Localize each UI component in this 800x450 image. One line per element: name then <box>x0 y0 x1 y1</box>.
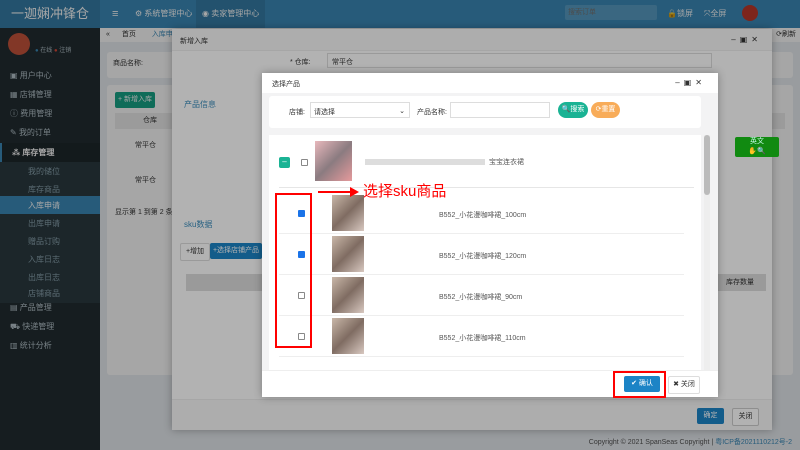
sku-name: B552_小花漫咖啡裙_100cm <box>439 212 527 219</box>
sku-row[interactable]: B552_小花漫咖啡裙_90cm <box>279 275 684 316</box>
label: 重置 <box>601 106 616 113</box>
sku-thumbnail <box>332 236 364 272</box>
sku-row[interactable]: B552_小花漫咖啡裙_100cm <box>279 193 684 234</box>
shop-label: 店铺: <box>289 109 305 116</box>
chevron-down-icon: ⌄ <box>399 108 405 115</box>
product-thumbnail <box>315 141 352 181</box>
translate-label: 英文 <box>750 138 764 145</box>
filter-panel: 店铺: 请选择 ⌄ 产品名称: 🔍搜索 ⟳重置 <box>269 96 701 128</box>
sku-thumbnail <box>332 195 364 231</box>
blurred-name <box>365 159 485 165</box>
sku-name: B552_小花漫咖啡裙_110cm <box>439 335 526 342</box>
arrow-head-icon <box>350 187 359 197</box>
sku-thumbnail <box>332 318 364 354</box>
translate-widget[interactable]: 英文 ✋🔍 <box>735 137 779 157</box>
label: 关闭 <box>680 381 695 388</box>
sku-name: B552_小花漫咖啡裙_90cm <box>439 294 523 301</box>
product-name-label: 产品名称: <box>417 109 447 116</box>
shop-value: 请选择 <box>314 109 335 116</box>
shop-select[interactable]: 请选择 ⌄ <box>310 102 410 118</box>
close-button[interactable]: ✖ 关闭 <box>668 376 700 394</box>
reset-button[interactable]: ⟳重置 <box>591 102 620 118</box>
scrollbar[interactable] <box>704 135 710 370</box>
annotation-text: 选择sku商品 <box>363 183 447 200</box>
select-product-modal: 选择产品 –▣✕ 店铺: 请选择 ⌄ 产品名称: 🔍搜索 ⟳重置 – 宝宝连衣裙 … <box>262 73 718 397</box>
annotation-confirm-box <box>613 371 666 398</box>
sku-row[interactable]: B552_小花漫咖啡裙_110cm <box>279 316 684 357</box>
product-checkbox[interactable] <box>301 159 308 166</box>
annotation-checkbox-box <box>275 193 312 348</box>
annotation-arrow <box>318 191 354 193</box>
modal-window-controls[interactable]: –▣✕ <box>675 78 706 87</box>
sku-name: B552_小花漫咖啡裙_120cm <box>439 253 527 260</box>
modal-title: 选择产品 <box>262 73 718 93</box>
label: 搜索 <box>570 106 585 113</box>
product-name: 宝宝连衣裙 <box>489 159 524 166</box>
product-name-input[interactable] <box>450 102 550 118</box>
search-button[interactable]: 🔍搜索 <box>558 102 588 118</box>
sku-row[interactable]: B552_小花漫咖啡裙_120cm <box>279 234 684 275</box>
sku-thumbnail <box>332 277 364 313</box>
product-list: – 宝宝连衣裙 B552_小花漫咖啡裙_100cm B552_小花漫咖啡裙_12… <box>269 135 701 370</box>
collapse-toggle[interactable]: – <box>279 157 290 168</box>
